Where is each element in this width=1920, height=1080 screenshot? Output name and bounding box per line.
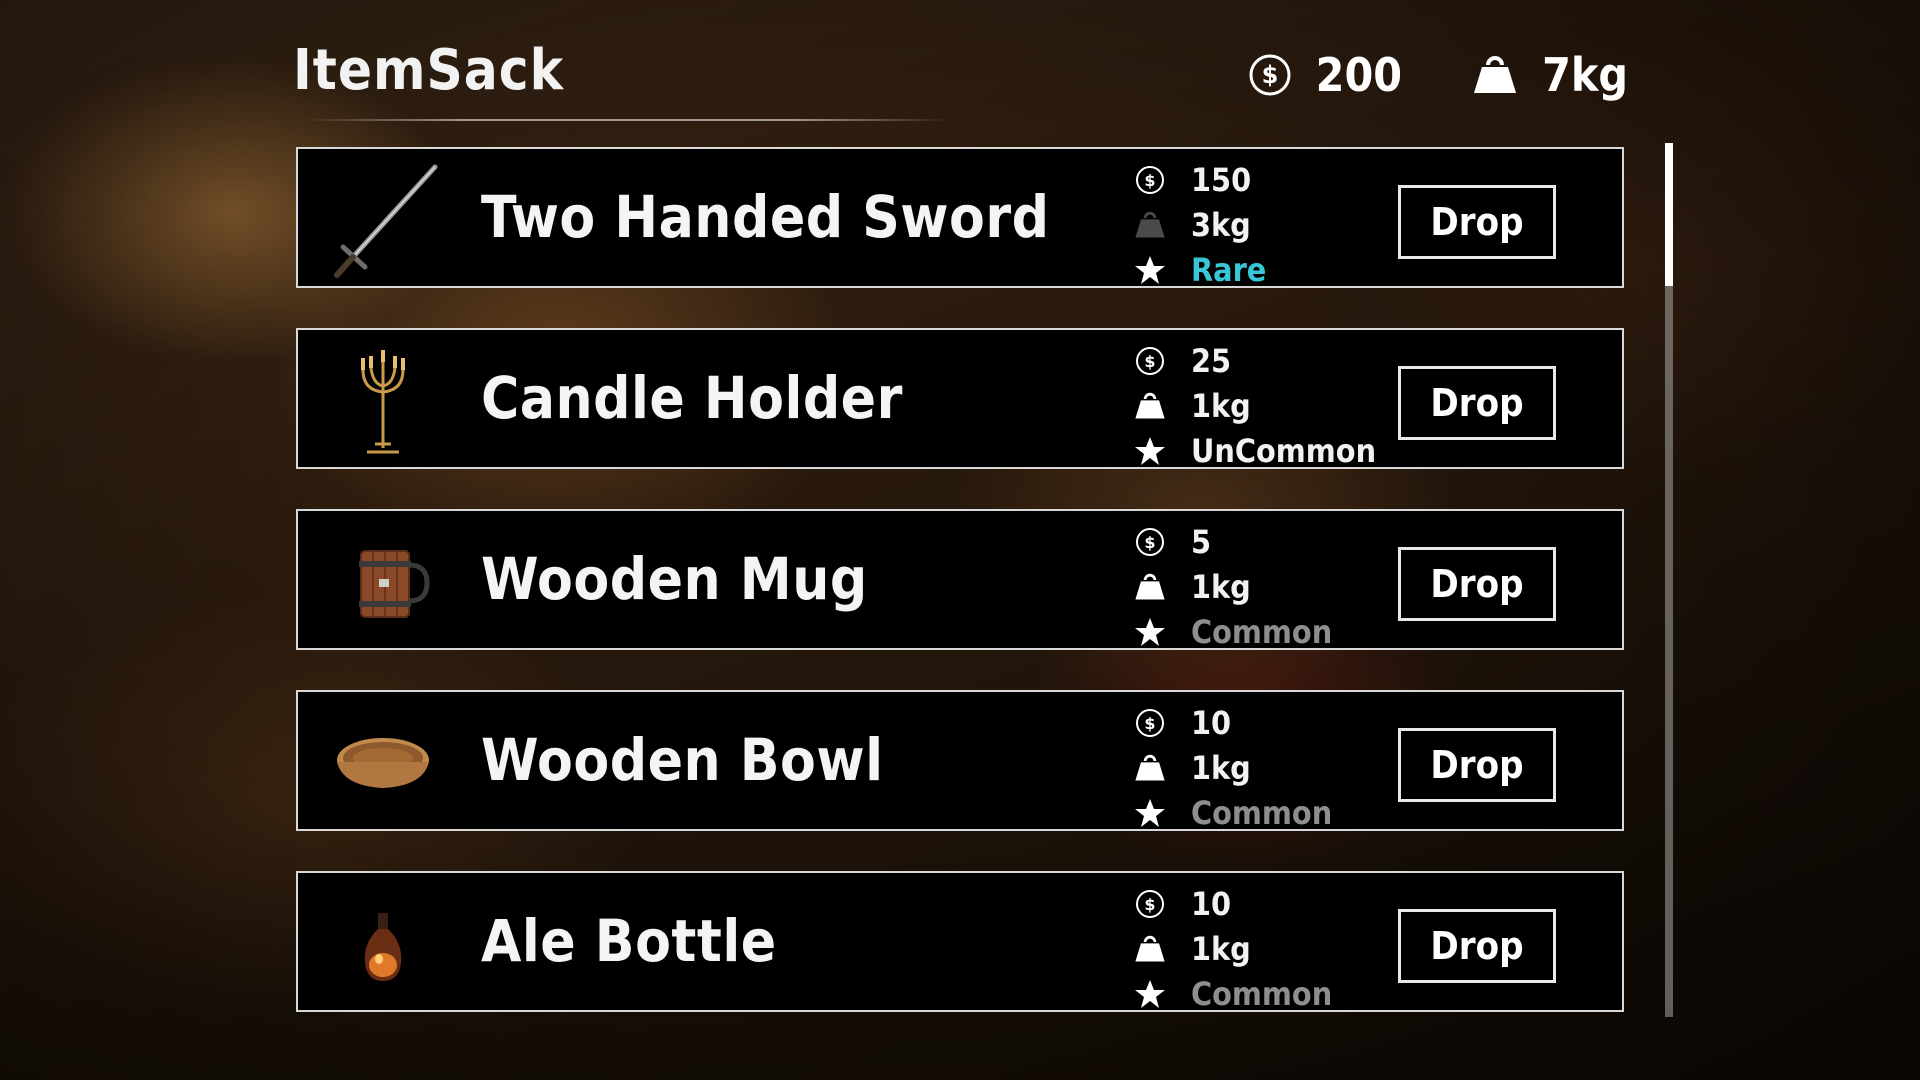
price-value: 5 <box>1191 522 1212 561</box>
item-list: Two Handed Sword $ 150 3kg Rare Drop Can… <box>296 147 1624 1052</box>
drop-button[interactable]: Drop <box>1398 185 1556 259</box>
svg-text:$: $ <box>1144 171 1155 190</box>
weight-icon <box>1133 392 1167 420</box>
weight-value: 7kg <box>1542 48 1628 102</box>
rarity-value: UnCommon <box>1191 431 1377 470</box>
item-weight: 1kg <box>1133 564 1332 609</box>
rarity-value: Rare <box>1191 250 1267 289</box>
star-icon <box>1133 978 1167 1010</box>
star-icon <box>1133 616 1167 648</box>
item-rarity: Rare <box>1133 247 1266 292</box>
rarity-value: Common <box>1191 793 1333 832</box>
rarity-value: Common <box>1191 612 1333 651</box>
drop-button[interactable]: Drop <box>1398 366 1556 440</box>
item-rarity: UnCommon <box>1133 428 1376 473</box>
candelabra-icon <box>323 340 443 460</box>
weight-icon <box>1133 754 1167 782</box>
mug-icon <box>323 521 443 641</box>
weight-value: 1kg <box>1191 929 1251 968</box>
list-item: Ale Bottle $ 10 1kg Common Drop <box>296 871 1624 1013</box>
star-icon <box>1133 435 1167 467</box>
bottle-icon <box>323 883 443 1003</box>
sword-icon <box>323 159 443 279</box>
dollar-coin-icon: $ <box>1133 708 1167 738</box>
list-item: Two Handed Sword $ 150 3kg Rare Drop <box>296 147 1624 289</box>
money-value: 200 <box>1315 48 1403 102</box>
star-icon <box>1133 254 1167 286</box>
item-rarity: Common <box>1133 971 1332 1016</box>
item-weight: 1kg <box>1133 926 1332 971</box>
item-details: $ 10 1kg Common <box>1133 700 1332 835</box>
list-item: Wooden Bowl $ 10 1kg Common Drop <box>296 690 1624 832</box>
drop-button[interactable]: Drop <box>1398 909 1556 983</box>
item-name: Ale Bottle <box>481 907 777 975</box>
weight-icon <box>1133 211 1167 239</box>
inventory-stats: $ 200 7kg <box>1248 48 1628 102</box>
weight-value: 1kg <box>1191 748 1251 787</box>
svg-text:$: $ <box>1144 714 1155 733</box>
dollar-coin-icon: $ <box>1133 346 1167 376</box>
weight-icon <box>1133 573 1167 601</box>
item-weight: 1kg <box>1133 745 1332 790</box>
weight-icon <box>1472 55 1518 95</box>
item-price: $ 10 <box>1133 700 1332 745</box>
dollar-coin-icon: $ <box>1133 527 1167 557</box>
item-weight: 3kg <box>1133 202 1266 247</box>
inventory-header: ItemSack $ 200 7kg <box>293 38 1628 121</box>
item-price: $ 5 <box>1133 519 1332 564</box>
item-details: $ 5 1kg Common <box>1133 519 1332 654</box>
money-stat: $ 200 <box>1248 48 1402 102</box>
svg-text:$: $ <box>1144 895 1155 914</box>
title-divider <box>305 119 950 121</box>
weight-icon <box>1133 935 1167 963</box>
page-title: ItemSack <box>293 38 565 103</box>
dollar-coin-icon: $ <box>1133 889 1167 919</box>
item-name: Wooden Mug <box>481 545 868 613</box>
rarity-value: Common <box>1191 974 1333 1013</box>
item-rarity: Common <box>1133 790 1332 835</box>
star-icon <box>1133 797 1167 829</box>
item-details: $ 25 1kg UnCommon <box>1133 338 1376 473</box>
drop-button[interactable]: Drop <box>1398 728 1556 802</box>
svg-text:$: $ <box>1261 61 1278 89</box>
price-value: 10 <box>1191 703 1232 742</box>
drop-button[interactable]: Drop <box>1398 547 1556 621</box>
item-name: Wooden Bowl <box>481 726 884 794</box>
weight-value: 3kg <box>1191 205 1251 244</box>
item-price: $ 25 <box>1133 338 1376 383</box>
price-value: 25 <box>1191 341 1232 380</box>
item-rarity: Common <box>1133 609 1332 654</box>
price-value: 150 <box>1191 160 1252 199</box>
list-item: Candle Holder $ 25 1kg UnCommon Drop <box>296 328 1624 470</box>
item-price: $ 10 <box>1133 881 1332 926</box>
svg-text:$: $ <box>1144 533 1155 552</box>
weight-value: 1kg <box>1191 567 1251 606</box>
item-price: $ 150 <box>1133 157 1266 202</box>
item-name: Two Handed Sword <box>481 183 1050 251</box>
item-details: $ 150 3kg Rare <box>1133 157 1266 292</box>
price-value: 10 <box>1191 884 1232 923</box>
scrollbar-thumb[interactable] <box>1665 143 1673 286</box>
item-weight: 1kg <box>1133 383 1376 428</box>
weight-value: 1kg <box>1191 386 1251 425</box>
item-details: $ 10 1kg Common <box>1133 881 1332 1016</box>
list-item: Wooden Mug $ 5 1kg Common Drop <box>296 509 1624 651</box>
list-scrollbar[interactable] <box>1665 143 1673 1017</box>
dollar-coin-icon: $ <box>1133 165 1167 195</box>
weight-stat: 7kg <box>1472 48 1628 102</box>
dollar-coin-icon: $ <box>1248 53 1292 97</box>
item-name: Candle Holder <box>481 364 903 432</box>
svg-text:$: $ <box>1144 352 1155 371</box>
bowl-icon <box>323 702 443 822</box>
